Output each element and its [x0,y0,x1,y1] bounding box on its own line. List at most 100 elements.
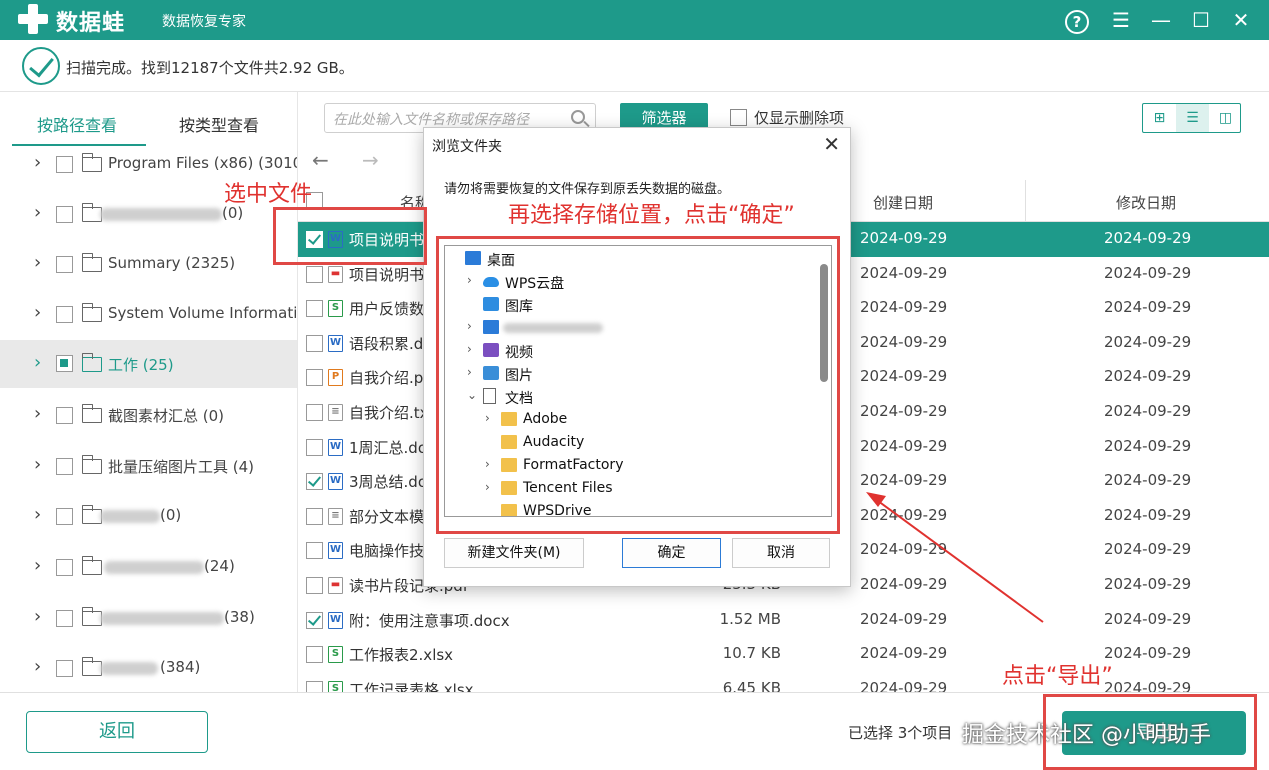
chevron-right-icon[interactable]: › [34,154,48,172]
txt-file-icon: ≡ [328,507,343,525]
row-checkbox[interactable] [306,265,323,283]
tree-checkbox[interactable] [56,508,73,525]
folder-icon [81,404,102,423]
tree-item[interactable]: › 截图素材汇总 (0) [0,395,297,435]
file-name: 附：使用注意事项.docx [349,611,510,630]
folder-icon [81,607,102,626]
docx-file-icon: W [328,611,343,629]
tab-by-type[interactable]: 按类型查看 [179,112,259,136]
modified-date: 2024-09-29 [1104,402,1192,420]
detail-view-icon[interactable]: ◫ [1209,104,1242,132]
annotation-click-export: 点击“导出” [1002,664,1113,689]
modified-date: 2024-09-29 [1104,229,1192,247]
menu-button[interactable]: ☰ [1106,5,1136,35]
minimize-button[interactable]: — [1146,5,1176,35]
file-name: 用户反馈数 [349,300,425,319]
modified-date: 2024-09-29 [1104,263,1192,282]
back-button[interactable]: 返回 [26,711,208,753]
chevron-right-icon[interactable]: › [34,608,48,626]
tree-item-selected[interactable]: › 工作 (25) [0,340,297,388]
search-icon[interactable] [571,110,585,124]
chevron-right-icon[interactable]: › [34,204,48,222]
row-checkbox[interactable] [306,542,323,560]
chevron-right-icon[interactable]: › [34,506,48,524]
created-date: 2024-09-29 [860,575,948,593]
tab-by-path[interactable]: 按路径查看 [37,112,117,136]
tree-checkbox[interactable] [56,256,73,273]
title-bar: 数据蛙 数据恢复专家 ? ☰ — ☐ ✕ [0,0,1269,40]
tree-item[interactable]: › (0) [0,496,297,536]
annotation-box-file [273,207,427,265]
chevron-right-icon[interactable]: › [34,456,48,474]
column-modified[interactable]: 修改日期 [1116,192,1176,213]
pptx-file-icon: P [328,369,343,387]
tree-checkbox[interactable] [56,306,73,323]
chevron-right-icon[interactable]: › [34,557,48,575]
tree-checkbox[interactable] [56,559,73,576]
row-checkbox[interactable] [306,300,323,318]
folder-icon [81,556,102,575]
row-checkbox[interactable] [306,611,323,629]
new-folder-button[interactable]: 新建文件夹(M) [444,538,584,568]
modified-date: 2024-09-29 [1104,575,1192,593]
dialog-close-icon[interactable]: ✕ [823,132,840,156]
row-checkbox[interactable] [306,369,323,387]
modified-date: 2024-09-29 [1104,436,1192,455]
nav-arrows: ← → [312,148,412,172]
file-name: 自我介绍.tx [349,404,429,422]
annotation-select-files: 选中文件 [224,182,313,207]
row-checkbox[interactable] [306,473,323,491]
tree-item-label: 批量压缩图片工具 (4) [108,458,255,476]
column-created[interactable]: 创建日期 [873,192,933,213]
tree-item-label: 截图素材汇总 (0) [108,407,225,425]
logo-icon [18,4,48,34]
tree-checkbox[interactable] [56,156,73,173]
ok-button[interactable]: 确定 [622,538,721,568]
row-checkbox[interactable] [306,404,323,421]
folder-icon [81,505,102,524]
pdf-file-icon: ▬ [328,265,343,283]
tree-item[interactable]: › 批量压缩图片工具 (4) [0,446,297,486]
tree-checkbox[interactable] [56,355,73,372]
list-view-icon[interactable]: ☰ [1176,104,1209,132]
row-checkbox[interactable] [306,577,323,594]
file-name: 部分文本模 [349,507,425,526]
tree-item-label: 工作 (25) [108,356,174,374]
maximize-button[interactable]: ☐ [1186,5,1216,35]
chevron-right-icon[interactable]: › [34,658,48,676]
grid-view-icon[interactable]: ⊞ [1143,104,1176,132]
tree-item[interactable]: › Summary (2325) [0,244,297,284]
annotation-box-tree [436,236,840,534]
row-checkbox[interactable] [306,438,323,456]
only-deleted-checkbox[interactable] [730,109,747,126]
tree-checkbox[interactable] [56,407,73,424]
tree-checkbox[interactable] [56,206,73,223]
help-button[interactable]: ? [1062,5,1092,35]
folder-icon [81,353,102,372]
modified-date: 2024-09-29 [1104,644,1192,663]
tree-item[interactable]: › (384) [0,648,297,688]
blurred-name [100,208,222,221]
chevron-right-icon[interactable]: › [34,354,48,372]
forward-arrow-icon[interactable]: → [362,148,412,172]
view-mode-group: ⊞ ☰ ◫ [1142,103,1241,133]
tree-checkbox[interactable] [56,660,73,677]
table-row[interactable]: W 附：使用注意事项.docx 1.52 MB 2024-09-29 2024-09-2… [298,603,1269,638]
table-row[interactable]: S 工作报表2.xlsx 10.7 KB 2024-09-29 2024-09-29 [298,637,1269,672]
back-arrow-icon[interactable]: ← [312,148,362,172]
row-checkbox[interactable] [306,334,323,352]
file-name: 工作报表2.xlsx [349,646,454,665]
cancel-button[interactable]: 取消 [732,538,830,568]
tree-item[interactable]: › System Volume Informati [0,294,297,334]
tree-checkbox[interactable] [56,458,73,475]
row-checkbox[interactable] [306,507,323,525]
tree-item[interactable]: › (38) [0,598,297,638]
close-button[interactable]: ✕ [1226,5,1256,35]
chevron-right-icon[interactable]: › [34,405,48,423]
chevron-right-icon[interactable]: › [34,304,48,322]
chevron-right-icon[interactable]: › [34,254,48,272]
created-date: 2024-09-29 [860,263,948,282]
row-checkbox[interactable] [306,646,323,664]
tree-item[interactable]: › (24) [0,547,297,587]
tree-checkbox[interactable] [56,610,73,627]
